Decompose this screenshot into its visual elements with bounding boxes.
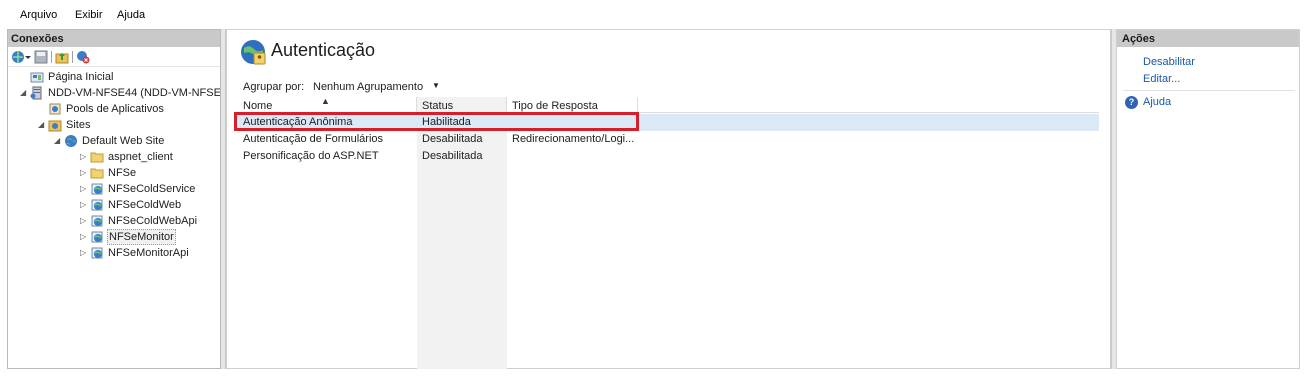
column-divider[interactable]	[416, 97, 417, 113]
folder-icon	[90, 168, 104, 179]
table-row[interactable]: Personificação do ASP.NET Desabilitada	[237, 148, 1099, 165]
cell-name: Personificação do ASP.NET	[243, 150, 379, 162]
web-app-icon	[91, 183, 103, 195]
cell-name: Autenticação de Formulários	[243, 133, 384, 145]
expander-icon[interactable]: ▷	[80, 169, 88, 177]
status-strip	[0, 369, 1307, 389]
menu-exibir[interactable]: Exibir	[75, 9, 103, 21]
column-header-response-type[interactable]: Tipo de Resposta	[512, 100, 598, 112]
app-pools-icon	[49, 103, 61, 115]
expander-icon[interactable]: ◢	[54, 137, 62, 145]
action-help-link[interactable]: Ajuda	[1143, 96, 1171, 108]
page-title: Autenticação	[271, 40, 376, 60]
expander-icon[interactable]: ◢	[20, 89, 28, 97]
start-page-icon	[30, 72, 44, 83]
folder-icon	[90, 152, 104, 163]
tree-label: NFSeColdWebApi	[108, 215, 198, 227]
tree-label: NFSeMonitor	[107, 229, 176, 245]
expander-icon[interactable]: ▷	[80, 233, 88, 241]
action-edit-link[interactable]: Editar...	[1143, 73, 1180, 85]
save-icon[interactable]	[34, 50, 48, 64]
disconnect-icon[interactable]	[76, 50, 90, 64]
web-app-icon	[91, 247, 103, 259]
sites-folder-icon	[48, 120, 62, 132]
expander-icon[interactable]: ▷	[80, 217, 88, 225]
tree-label: aspnet_client	[108, 151, 173, 163]
sort-ascending-icon: ▲	[321, 96, 330, 106]
column-header-status[interactable]: Status	[422, 100, 453, 112]
chevron-down-icon[interactable]: ▼	[432, 81, 440, 90]
web-app-icon	[91, 199, 103, 211]
toolbar-separator	[72, 51, 73, 63]
actions-separator	[1123, 90, 1295, 91]
connections-header: Conexões	[8, 30, 220, 47]
column-header-name[interactable]: Nome	[243, 100, 272, 112]
expander-icon[interactable]: ▷	[80, 249, 88, 257]
menu-bar: Arquivo Exibir Ajuda	[0, 0, 1307, 28]
globe-icon	[65, 135, 77, 147]
web-app-icon	[91, 231, 103, 243]
highlight-annotation-box	[234, 112, 639, 131]
tree-label: NDD-VM-NFSE44 (NDD-VM-NFSE44	[48, 87, 220, 99]
grid-header: Nome ▲ Status Tipo de Resposta	[237, 96, 1099, 113]
tree-label: NFSeColdService	[108, 183, 196, 195]
expander-icon[interactable]: ▷	[80, 201, 88, 209]
toolbar-separator	[51, 51, 52, 63]
group-by-dropdown[interactable]: Nenhum Agrupamento	[313, 81, 423, 93]
tree-label: Página Inicial	[48, 71, 114, 83]
tree-label: NFSeColdWeb	[108, 199, 182, 211]
server-icon	[30, 86, 42, 100]
tree-label: NFSe	[108, 167, 137, 179]
help-icon[interactable]: ?	[1125, 96, 1138, 109]
actions-pane: Ações Desabilitar Editar... ? Ajuda	[1116, 29, 1300, 369]
tree-label: Default Web Site	[82, 135, 165, 147]
features-pane: Autenticação Agrupar por: Nenhum Agrupam…	[226, 29, 1111, 369]
table-row[interactable]: Autenticação de Formulários Desabilitada…	[237, 131, 1099, 148]
cell-response-type: Redirecionamento/Logi...	[512, 133, 635, 145]
connect-icon[interactable]	[11, 50, 25, 64]
cell-status: Desabilitada	[422, 150, 483, 162]
action-disable-link[interactable]: Desabilitar	[1143, 56, 1195, 68]
actions-header: Ações	[1117, 30, 1299, 47]
web-app-icon	[91, 215, 103, 227]
cell-status: Desabilitada	[422, 133, 483, 145]
menu-ajuda[interactable]: Ajuda	[117, 9, 145, 21]
authentication-globe-icon	[241, 40, 266, 65]
connections-toolbar	[8, 47, 220, 67]
menu-arquivo[interactable]: Arquivo	[20, 9, 57, 21]
features-grid: Nome ▲ Status Tipo de Resposta Autentica…	[234, 96, 1099, 369]
column-divider[interactable]	[506, 97, 507, 113]
expander-icon[interactable]: ◢	[38, 121, 46, 129]
dropdown-arrow-icon[interactable]	[25, 50, 31, 64]
connections-tree: Página Inicial ◢ NDD-VM-NFSE44 (NDD-VM-N…	[8, 67, 220, 367]
up-folder-icon[interactable]	[55, 50, 69, 64]
tree-label: Sites	[66, 119, 91, 131]
tree-label: NFSeMonitorApi	[108, 247, 189, 259]
column-divider[interactable]	[637, 97, 638, 113]
expander-icon[interactable]: ▷	[80, 185, 88, 193]
tree-label: Pools de Aplicativos	[66, 103, 164, 115]
expander-icon[interactable]: ▷	[80, 153, 88, 161]
connections-pane: Conexões Página Inicial ◢ NDD-VM-NFSE44 …	[7, 29, 221, 369]
group-by-label: Agrupar por:	[243, 81, 305, 93]
